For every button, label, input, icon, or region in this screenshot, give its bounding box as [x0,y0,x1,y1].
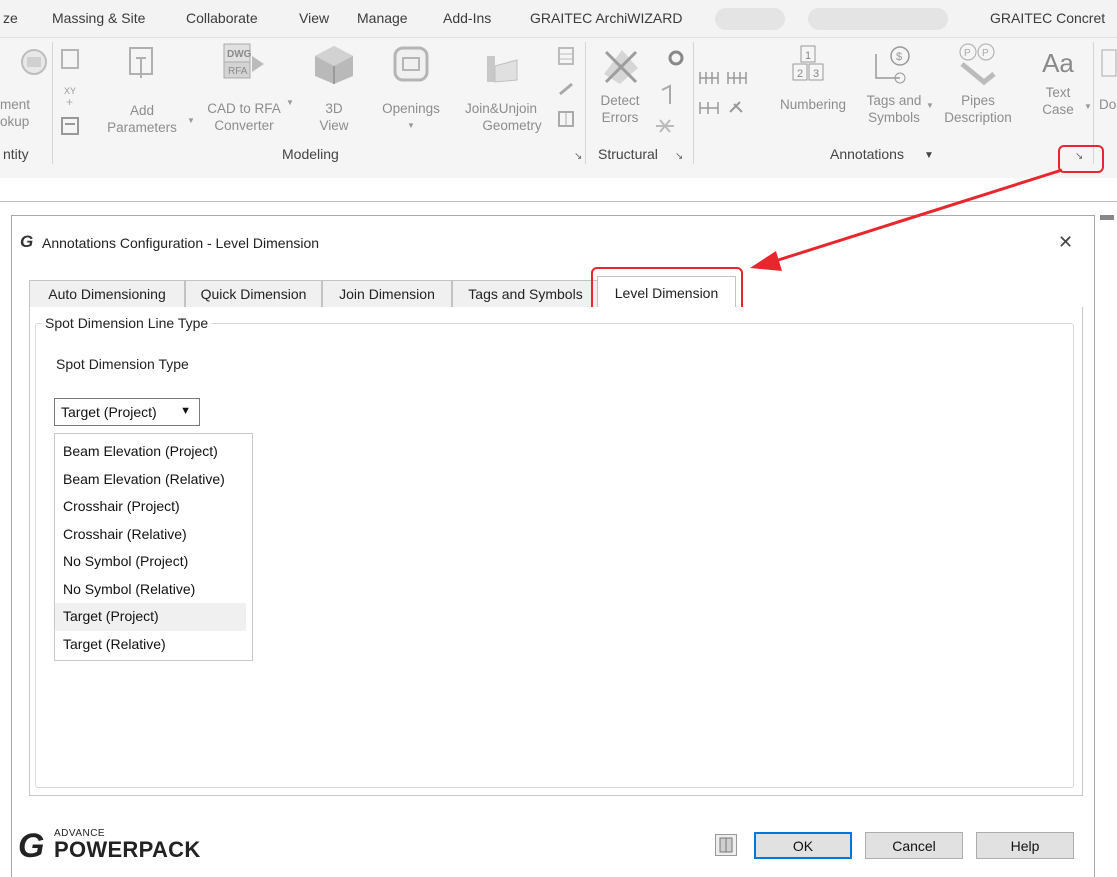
dimension-tools-icon[interactable] [698,66,754,126]
modeling-small-tools-icon[interactable] [556,46,578,138]
spot-dimension-type-list[interactable]: Beam Elevation (Project) Beam Elevation … [54,433,253,661]
list-item[interactable]: Beam Elevation (Project) [55,438,252,466]
cut-off-tool-icon [1101,49,1117,77]
list-item[interactable]: Crosshair (Relative) [55,521,252,549]
small-tools-icon[interactable]: XY + [60,48,84,140]
pipes-icon: PP [959,43,996,86]
svg-text:2: 2 [797,68,803,80]
chevron-down-icon: ▼ [180,405,191,417]
powerpack-logo-icon: G [18,827,45,865]
launcher-highlight [1058,145,1104,173]
book-icon [719,837,733,853]
panel-label-structural: Structural [598,146,658,162]
parameters-icon [129,47,153,78]
detect-errors-button[interactable]: Detect Errors [594,92,646,126]
cad-to-rfa-button[interactable]: DWG RFA CAD to RFA Converter [198,42,290,134]
ribbon-tab-graitec-concrete[interactable]: GRAITEC Concret [990,10,1105,26]
ribbon-tab-bar: ze Massing & Site Collaborate View Manag… [0,0,1117,38]
svg-text:3: 3 [813,68,819,80]
mockup-button[interactable]: ment okup [0,46,50,130]
dropdown-icon[interactable]: ▼ [286,98,294,107]
svg-text:DWG: DWG [227,49,252,60]
openings-button[interactable]: Openings ▼ [372,44,450,134]
list-item[interactable]: Beam Elevation (Relative) [55,466,252,494]
group-title: Spot Dimension Line Type [42,315,212,331]
list-item[interactable]: No Symbol (Project) [55,548,252,576]
panel-label-entity: ntity [3,146,29,162]
tab-tags-and-symbols[interactable]: Tags and Symbols [452,280,599,307]
launcher-icon[interactable]: ↘ [574,151,582,162]
close-icon[interactable]: ✕ [1058,232,1073,253]
svg-text:P: P [964,48,971,59]
svg-text:1: 1 [805,50,811,62]
list-item[interactable]: No Symbol (Relative) [55,576,252,604]
help-book-button[interactable] [715,834,737,856]
add-parameters-button[interactable]: Add Parameters [98,44,186,136]
svg-text:RFA: RFA [228,66,248,77]
scrollbar-fragment [1100,215,1114,220]
ribbon-border [0,201,1117,202]
openings-icon [393,46,429,82]
tab-join-dimension[interactable]: Join Dimension [322,280,452,307]
ribbon-tab-add-ins[interactable]: Add-Ins [443,10,491,26]
numbering-button[interactable]: Numbering [780,96,846,113]
svg-text:$: $ [896,51,902,63]
dialog-title: Annotations Configuration - Level Dimens… [42,235,320,251]
list-item-selected[interactable]: Target (Project) [55,603,246,631]
svg-text:+: + [66,95,73,109]
mockup-icon [21,49,47,75]
dropdown-icon[interactable]: ▼ [1084,102,1092,111]
text-case-button[interactable]: Aa Text Case [1030,48,1086,118]
tags-and-symbols-button[interactable]: Tags and Symbols [862,92,926,126]
ribbon-tab-placeholder [808,8,948,30]
help-button[interactable]: Help [976,832,1074,859]
dropdown-icon[interactable]: ▼ [926,101,934,110]
ok-button[interactable]: OK [754,832,852,859]
detect-errors-icon [604,50,638,84]
ribbon-tab-placeholder [715,8,785,30]
3d-view-button[interactable]: 3D View [304,44,364,134]
cut-off-tool-button[interactable]: Do [1099,96,1116,113]
dwg-rfa-icon: DWG RFA [223,43,264,79]
ribbon-tab-analyze[interactable]: ze [3,10,18,26]
panel-label-modeling: Modeling [282,146,339,162]
structural-small-tools-icon[interactable] [648,46,684,138]
tab-quick-dimension[interactable]: Quick Dimension [185,280,322,307]
spot-dimension-type-label: Spot Dimension Type [56,356,189,372]
list-item[interactable]: Target (Relative) [55,631,252,659]
panel-label-annotations[interactable]: Annotations [830,146,904,162]
separator [52,42,53,164]
separator [585,42,586,164]
tags-symbols-icon: $ [875,46,910,84]
numbering-icon: 1 2 3 [792,45,824,81]
dropdown-icon[interactable]: ▼ [187,116,195,125]
ribbon-tab-massing-site[interactable]: Massing & Site [52,10,145,26]
join-unjoin-button[interactable]: Join&Unjoin Geometry [456,44,546,134]
join-geometry-icon [487,56,518,83]
ribbon-tab-view[interactable]: View [299,10,329,26]
cube-icon [315,46,353,84]
graitec-logo-icon: G [20,232,34,251]
dropdown-icon[interactable]: ▼ [924,150,934,161]
spot-dimension-type-combo[interactable]: Target (Project) ▼ [54,398,200,426]
ribbon-tab-collaborate[interactable]: Collaborate [186,10,258,26]
list-item[interactable]: Crosshair (Project) [55,493,252,521]
ribbon-tab-graitec-archiwizard[interactable]: GRAITEC ArchiWIZARD [530,10,682,26]
dropdown-icon: ▼ [407,121,415,130]
pipes-description-button[interactable]: Pipes Description [938,92,1018,126]
cancel-button[interactable]: Cancel [865,832,963,859]
ribbon-tab-manage[interactable]: Manage [357,10,408,26]
separator [693,42,694,164]
combo-value: Target (Project) [61,404,157,420]
svg-text:P: P [982,48,989,59]
ribbon-panel-area: ment okup XY + Add Parameters ▼ DWG RFA … [0,38,1117,178]
launcher-icon[interactable]: ↘ [675,151,683,162]
tab-auto-dimensioning[interactable]: Auto Dimensioning [29,280,185,307]
text-case-icon: Aa [1042,48,1074,78]
